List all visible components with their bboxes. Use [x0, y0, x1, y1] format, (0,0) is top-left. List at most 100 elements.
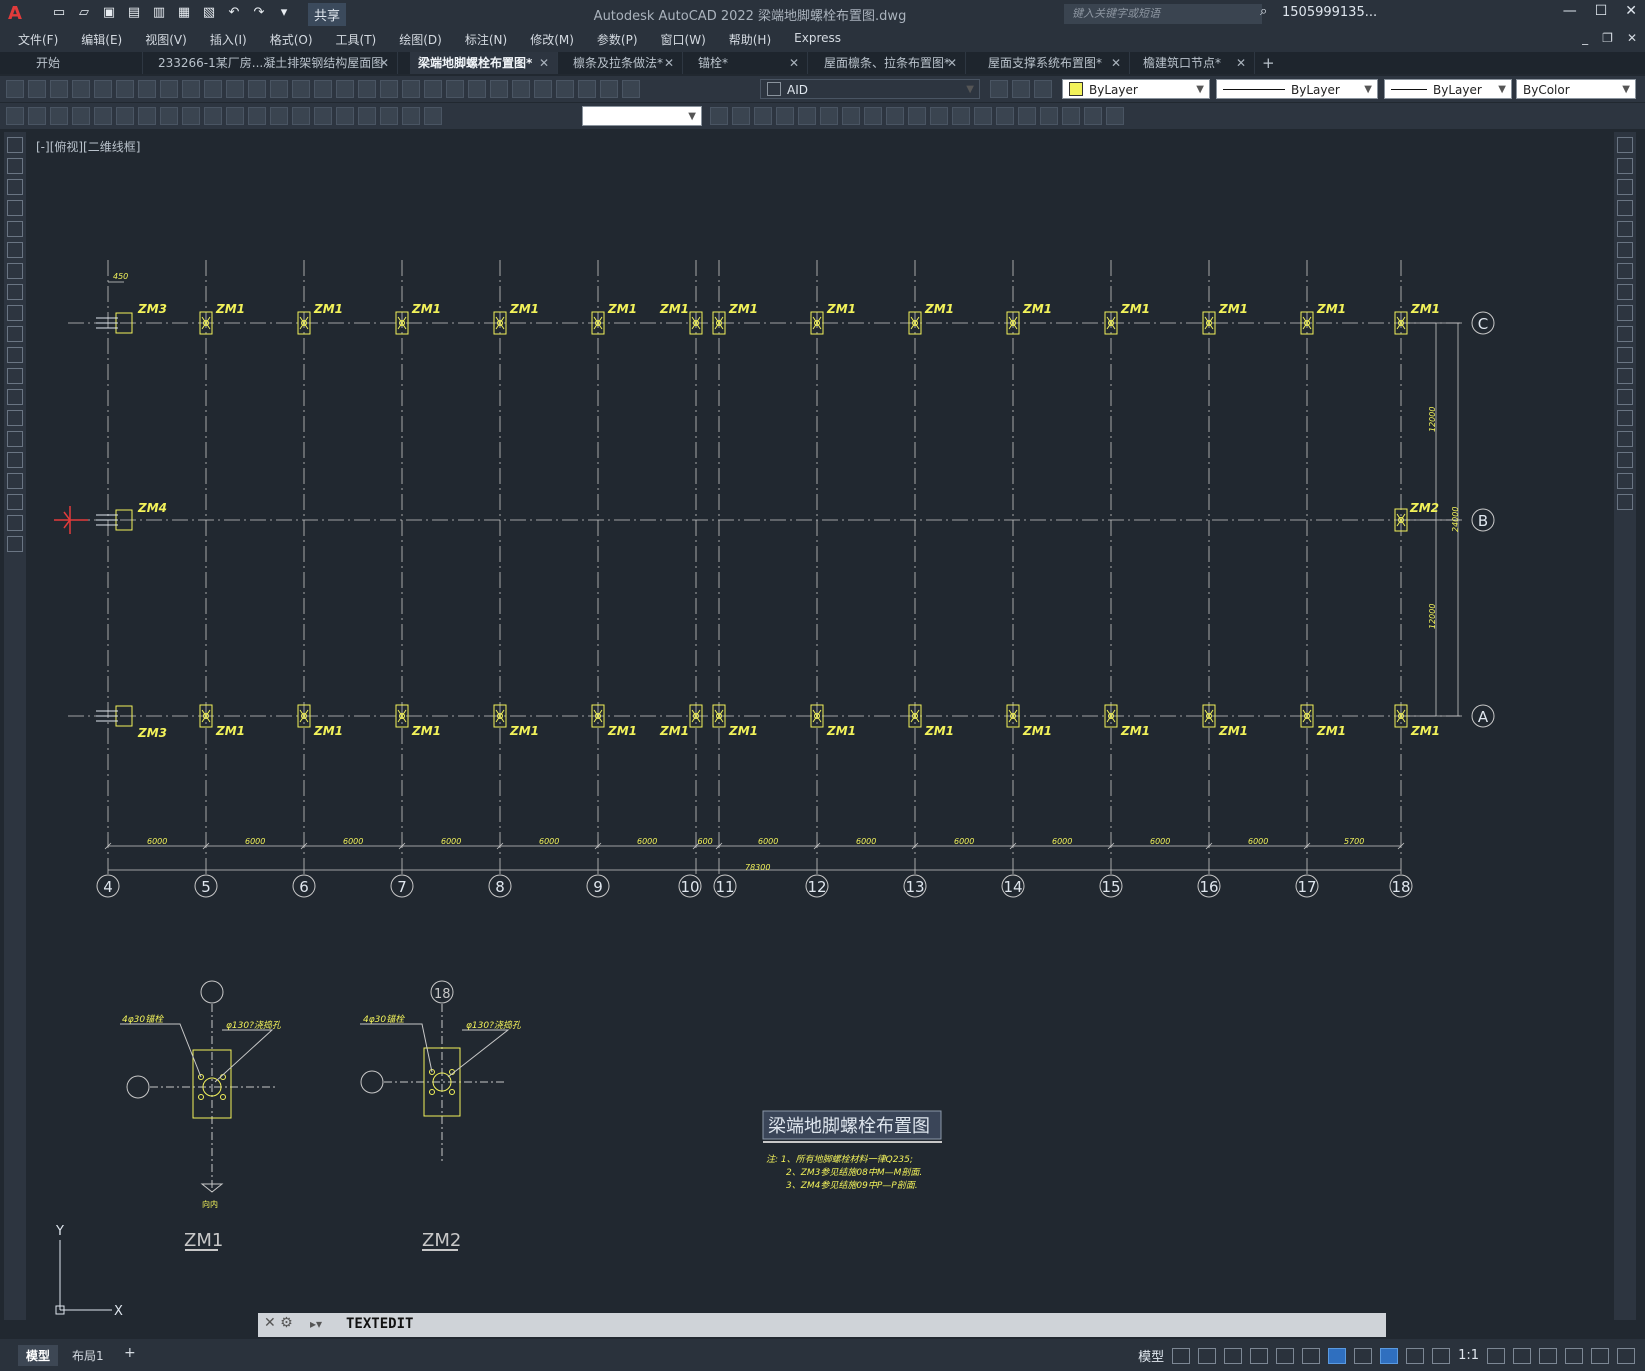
tab-start[interactable]: 开始 — [28, 52, 143, 74]
tab-close-icon[interactable]: ✕ — [379, 52, 389, 74]
erase-icon[interactable] — [1617, 137, 1633, 153]
circle-icon[interactable] — [7, 263, 23, 279]
annotation-scale-value[interactable]: 1:1 — [1458, 1348, 1479, 1363]
tab-file[interactable]: 233266-1某厂房...凝土排架钢结构屋面图 ✕ — [150, 52, 398, 74]
tab-close-icon[interactable]: ✕ — [947, 52, 957, 74]
point-icon[interactable] — [7, 410, 23, 426]
modify-tool-icon[interactable] — [864, 107, 882, 125]
search-icon[interactable]: ⌕ — [1260, 4, 1267, 19]
diameter-icon[interactable] — [138, 107, 156, 125]
block-editor-icon[interactable] — [248, 80, 266, 98]
search-input[interactable]: 键入关键字或短语 — [1064, 4, 1262, 24]
new-icon[interactable] — [6, 80, 24, 98]
ordinate-icon[interactable] — [72, 107, 90, 125]
redo-icon[interactable] — [292, 80, 310, 98]
lineweight-dropdown[interactable]: ByLayer ▼ — [1384, 79, 1512, 99]
add-selected-icon[interactable] — [7, 536, 23, 552]
break-icon[interactable] — [270, 107, 288, 125]
fillet-icon[interactable] — [1617, 452, 1633, 468]
polar-icon[interactable] — [1250, 1347, 1269, 1364]
modify-tool-icon[interactable] — [1018, 107, 1036, 125]
auto-scale-icon[interactable] — [1406, 1347, 1425, 1364]
arc-length-icon[interactable] — [50, 107, 68, 125]
publish-icon[interactable]: ▥ — [150, 4, 168, 22]
modify-tool-icon[interactable] — [820, 107, 838, 125]
tab-file[interactable]: 檐建筑口节点* ✕ — [1135, 52, 1255, 74]
calculator-icon[interactable] — [512, 80, 530, 98]
menu-dimension[interactable]: 标注(N) — [465, 31, 507, 48]
zoom-previous-icon[interactable] — [380, 80, 398, 98]
command-line[interactable]: ✕ ⚙ ▸▾ TEXTEDIT — [258, 1313, 1386, 1337]
tolerance-icon[interactable] — [292, 107, 310, 125]
menu-format[interactable]: 格式(O) — [270, 31, 313, 48]
snap-icon[interactable] — [1198, 1347, 1217, 1364]
isodraft-icon[interactable] — [1276, 1347, 1295, 1364]
export-icon[interactable]: ▦ — [175, 4, 193, 22]
quick-dim-icon[interactable] — [182, 107, 200, 125]
mirror-icon[interactable] — [1617, 179, 1633, 195]
modify-tool-icon[interactable] — [842, 107, 860, 125]
command-text[interactable]: TEXTEDIT — [346, 1316, 413, 1332]
explode-icon[interactable] — [1617, 494, 1633, 510]
tab-close-icon[interactable]: ✕ — [539, 52, 549, 74]
customization-icon[interactable] — [1617, 1347, 1635, 1364]
add-layout-icon[interactable]: + — [124, 1345, 136, 1361]
drawing-canvas[interactable]: [-][俯视][二维线框] ZM3 ZM1 ZM1 ZM1 ZM1 ZM1 ZM1 ZM1 ZM… — [30, 132, 1610, 1320]
cut-icon[interactable] — [160, 80, 178, 98]
polyline-icon[interactable] — [7, 179, 23, 195]
modify-tool-icon[interactable] — [798, 107, 816, 125]
tab-close-icon[interactable]: ✕ — [1111, 52, 1121, 74]
workspace-gear-icon[interactable] — [1487, 1347, 1505, 1364]
doc-restore-icon[interactable]: ❐ — [1602, 31, 1613, 45]
layer-dropdown[interactable]: AID ▼ — [760, 79, 980, 99]
help-icon[interactable] — [534, 80, 552, 98]
continue-icon[interactable] — [226, 107, 244, 125]
trim-icon[interactable] — [1617, 326, 1633, 342]
baseline-icon[interactable] — [204, 107, 222, 125]
modify-tool-icon[interactable] — [1062, 107, 1080, 125]
copy-icon[interactable] — [182, 80, 200, 98]
spline-icon[interactable] — [7, 305, 23, 321]
region-icon[interactable] — [7, 473, 23, 489]
object-snap-tracking-icon[interactable] — [1302, 1347, 1321, 1364]
chamfer-icon[interactable] — [1617, 431, 1633, 447]
open-file-icon[interactable]: ▱ — [75, 4, 93, 22]
space-icon[interactable] — [248, 107, 266, 125]
match-properties-icon[interactable] — [226, 80, 244, 98]
linear-dim-icon[interactable] — [6, 107, 24, 125]
stretch-icon[interactable] — [1617, 305, 1633, 321]
color-dropdown[interactable]: ByLayer ▼ — [1062, 79, 1210, 99]
modify-tool-icon[interactable] — [886, 107, 904, 125]
line-icon[interactable] — [7, 137, 23, 153]
modify-tool-icon[interactable] — [930, 107, 948, 125]
modify-tool-icon[interactable] — [710, 107, 728, 125]
jogged-linear-icon[interactable] — [358, 107, 376, 125]
break-point-icon[interactable] — [1617, 368, 1633, 384]
save-icon[interactable]: ▣ — [100, 4, 118, 22]
menu-parametric[interactable]: 参数(P) — [597, 31, 638, 48]
polygon-icon[interactable] — [7, 200, 23, 216]
tab-file[interactable]: 屋面檩条、拉条布置图* ✕ — [816, 52, 966, 74]
dim-edit-icon[interactable] — [380, 107, 398, 125]
properties-icon[interactable] — [402, 80, 420, 98]
plotstyle-dropdown[interactable]: ByColor ▼ — [1516, 79, 1636, 99]
ellipse-arc-icon[interactable] — [7, 347, 23, 363]
annotation-monitor-icon[interactable] — [1513, 1347, 1531, 1364]
table-icon[interactable] — [7, 494, 23, 510]
angular-icon[interactable] — [160, 107, 178, 125]
gradient-icon[interactable] — [7, 452, 23, 468]
redo-icon[interactable]: ↷ — [250, 4, 268, 22]
ellipse-icon[interactable] — [7, 326, 23, 342]
zoom-window-icon[interactable] — [358, 80, 376, 98]
modify-tool-icon[interactable] — [1040, 107, 1058, 125]
arc-icon[interactable] — [7, 242, 23, 258]
blend-icon[interactable] — [1617, 473, 1633, 489]
array-icon[interactable] — [1617, 221, 1633, 237]
mtext-icon[interactable] — [7, 515, 23, 531]
drawing-title[interactable]: 梁端地脚螺栓布置图 — [768, 1116, 930, 1137]
layer-lock-icon[interactable] — [622, 80, 640, 98]
join-icon[interactable] — [1617, 410, 1633, 426]
make-current-icon[interactable] — [990, 80, 1008, 98]
insert-block-icon[interactable] — [7, 368, 23, 384]
tool-palettes-icon[interactable] — [446, 80, 464, 98]
